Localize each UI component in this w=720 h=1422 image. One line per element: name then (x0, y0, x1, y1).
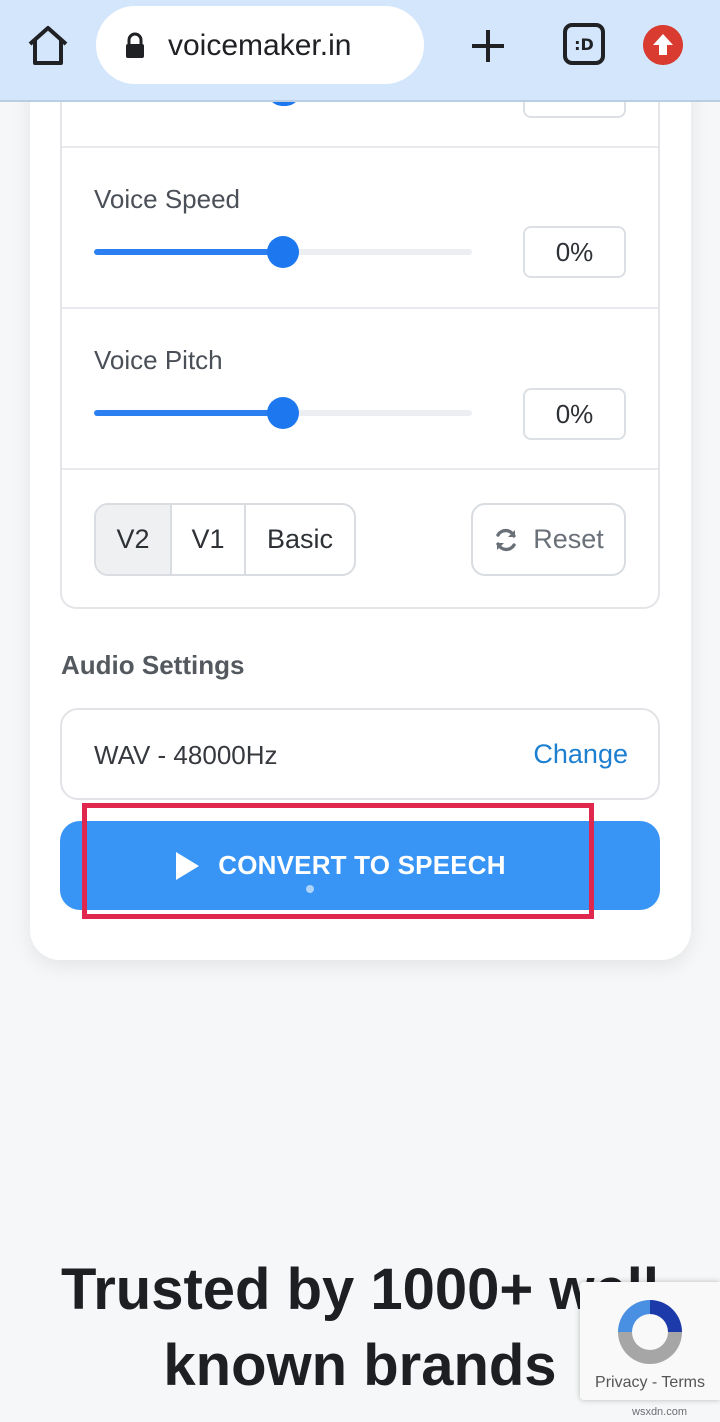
change-audio-link[interactable]: Change (533, 739, 628, 770)
voice-speed-label: Voice Speed (94, 184, 241, 214)
previous-value-box (523, 100, 626, 118)
tab-switcher-button[interactable]: :D (563, 23, 605, 65)
divider (62, 146, 658, 148)
voice-pitch-slider-fill (94, 410, 283, 416)
home-icon[interactable] (24, 22, 72, 70)
voice-speed-slider-fill (94, 249, 283, 255)
divider (62, 468, 658, 470)
address-bar[interactable]: voicemaker.in (96, 6, 424, 84)
highlight-box (82, 803, 594, 919)
voice-pitch-value[interactable]: 0% (523, 388, 626, 440)
voice-speed-slider[interactable] (94, 236, 472, 268)
tab-count: :D (574, 34, 594, 54)
watermark-text: wsxdn.com (632, 1406, 688, 1418)
audio-format-text: WAV - 48000Hz (94, 740, 278, 770)
recaptcha-links[interactable]: Privacy - Terms (580, 1374, 720, 1392)
recaptcha-icon (618, 1300, 682, 1364)
engine-tab-v2[interactable]: V2 (96, 505, 172, 574)
divider (62, 307, 658, 309)
engine-tab-v1[interactable]: V1 (172, 505, 246, 574)
voice-pitch-slider-thumb[interactable] (267, 397, 299, 429)
lock-icon (126, 32, 144, 58)
voice-speed-value[interactable]: 0% (523, 226, 626, 278)
update-icon[interactable] (643, 25, 683, 65)
reset-button[interactable]: Reset (471, 503, 626, 576)
engine-tab-basic[interactable]: Basic (246, 505, 354, 574)
voice-pitch-label: Voice Pitch (94, 345, 223, 375)
recaptcha-badge[interactable]: Privacy - Terms (580, 1282, 720, 1400)
url-text: voicemaker.in (168, 29, 352, 62)
browser-toolbar: voicemaker.in :D (0, 0, 720, 102)
audio-settings-title: Audio Settings (61, 650, 245, 680)
new-tab-icon[interactable] (466, 22, 510, 70)
engine-selector: V2 V1 Basic (94, 503, 356, 576)
reset-label: Reset (533, 524, 604, 554)
voice-pitch-slider[interactable] (94, 397, 472, 429)
refresh-icon (496, 528, 516, 551)
audio-format-box: WAV - 48000Hz Change (60, 708, 660, 800)
voice-speed-slider-thumb[interactable] (267, 236, 299, 268)
